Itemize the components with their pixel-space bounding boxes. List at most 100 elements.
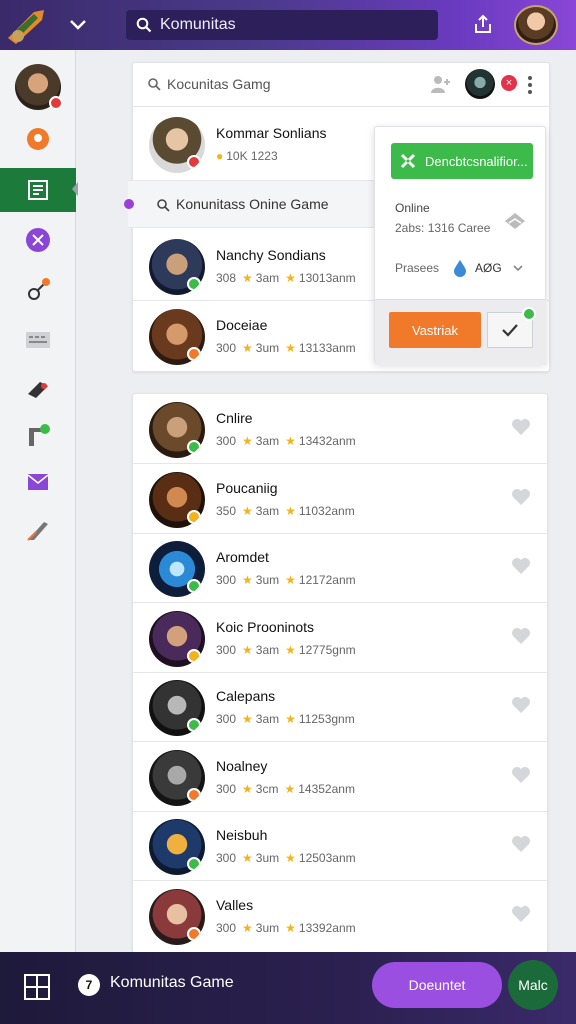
top-search-text: Komunitas: [160, 16, 236, 33]
heart-icon[interactable]: [511, 835, 531, 853]
sidebar-item-feather[interactable]: [0, 508, 76, 552]
avatar: [149, 610, 205, 667]
star-icon: ●: [216, 149, 224, 163]
star-icon: ★: [284, 781, 296, 796]
heart-icon[interactable]: [511, 418, 531, 436]
count-badge: 7: [78, 974, 100, 996]
community-search-dropdown[interactable]: Konunitass Onine Game: [124, 180, 376, 228]
row-name: Aromdet: [216, 549, 269, 565]
sidebar-item-layout[interactable]: [0, 414, 76, 458]
list-item[interactable]: Koic Prooninots 300 ★ 3am ★ 12775gnm: [133, 603, 549, 673]
star-icon: ★: [285, 642, 296, 657]
sidebar-item-camera[interactable]: [0, 368, 76, 412]
heart-icon[interactable]: [511, 488, 531, 506]
bottom-title: Komunitas Game: [110, 974, 234, 991]
orange-action-button[interactable]: Vastriak: [389, 312, 481, 348]
status-badge: [187, 155, 201, 169]
sidebar-item-location[interactable]: [0, 118, 76, 162]
mini-avatar[interactable]: [465, 69, 495, 99]
status-badge: [187, 926, 201, 941]
row-meta: 300 ★ 3um ★ 13392anm: [216, 920, 356, 935]
avatar: [149, 888, 205, 945]
star-icon: ★: [285, 851, 296, 865]
user-avatar[interactable]: [514, 5, 558, 45]
star-icon: ★: [285, 920, 296, 935]
status-badge: [187, 347, 201, 361]
sidebar: [0, 50, 78, 952]
avatar: [149, 402, 205, 458]
star-icon: ★: [242, 573, 253, 587]
star-icon: ★: [285, 712, 296, 726]
row-meta: 300 ★ 3am ★ 11253gnm: [216, 712, 355, 726]
sidebar-item-news[interactable]: [0, 168, 76, 212]
bottom-bar: 7 Komunitas Game Doeuntet Malc: [0, 952, 576, 1024]
sidebar-item-tools[interactable]: [0, 218, 76, 262]
row-name: Poucaniig: [216, 479, 278, 496]
options-popover: Dencbtcsnalifior... Online 2abs: 1316 Ca…: [374, 126, 547, 365]
chevron-down-icon[interactable]: [66, 12, 90, 36]
row-name: Kommar Sonlians: [216, 125, 327, 141]
list-item[interactable]: Cnlire 300 ★ 3am ★ 13432anm: [133, 394, 549, 464]
primary-action-button[interactable]: Dencbtcsnalifior...: [391, 143, 533, 179]
sidebar-item-mail[interactable]: [0, 460, 76, 504]
avatar: [149, 309, 205, 365]
popover-footer: Vastriak: [375, 299, 547, 365]
row-meta: 300 ★ 3um ★ 13133anm: [216, 341, 356, 355]
list-item[interactable]: Valles 300 ★ 3um ★ 13392anm: [133, 881, 549, 951]
list-item[interactable]: Noalney 300 ★ 3cm ★ 14352anm: [133, 742, 549, 812]
list-item[interactable]: Aromdet 300 ★ 3um ★ 12172anm: [133, 533, 549, 603]
prases-select[interactable]: AØG: [453, 255, 529, 281]
star-icon: ★: [285, 503, 296, 518]
camera-icon: [28, 382, 48, 398]
avatar: [149, 749, 205, 806]
top-bar: Komunitas: [0, 0, 576, 50]
row-name: Neisbuh: [216, 827, 268, 843]
heart-icon[interactable]: [511, 557, 531, 575]
green-circle-button[interactable]: Malc: [508, 960, 558, 1010]
row-name: Doceiae: [216, 317, 268, 333]
avatar: [149, 471, 205, 528]
row-meta: 300 ★ 3um ★ 12503anm: [216, 851, 356, 865]
heart-icon[interactable]: [511, 905, 531, 923]
row-name: Noalney: [216, 757, 268, 774]
heart-icon[interactable]: [511, 766, 531, 784]
status-badge: [187, 277, 201, 291]
connection-icon: [28, 278, 50, 300]
share-icon[interactable]: [472, 12, 494, 36]
list-item[interactable]: Calepans 300 ★ 3am ★ 11253gnm: [133, 672, 549, 742]
member-list-card: Cnlire 300 ★ 3am ★ 13432anm Poucaniig 350 ★ 3am ★ 1…: [132, 393, 549, 953]
heart-icon[interactable]: [511, 696, 531, 714]
close-badge[interactable]: ×: [501, 75, 517, 91]
check-icon: [502, 324, 518, 337]
keyboard-icon: [26, 332, 50, 348]
sidebar-item-connections[interactable]: [0, 268, 76, 312]
app-logo-icon[interactable]: [4, 4, 50, 46]
more-options-icon[interactable]: [527, 75, 533, 95]
confirm-button[interactable]: [487, 307, 536, 348]
sidebar-avatar[interactable]: [15, 64, 63, 110]
sidebar-item-keyboard[interactable]: [0, 318, 76, 362]
add-user-icon[interactable]: [429, 73, 451, 95]
purple-action-button[interactable]: Doeuntet: [372, 962, 502, 1008]
newspaper-icon: [28, 180, 48, 200]
grid-icon[interactable]: [24, 974, 50, 1000]
layout-icon: [29, 424, 50, 446]
list-item[interactable]: Poucaniig 350 ★ 3am ★ 11032anm: [133, 464, 549, 534]
card-search-input[interactable]: Kocunitas Gamg ×: [133, 63, 551, 107]
row-meta: 308 ★ 3am ★ 13013anm: [216, 271, 356, 285]
list-item[interactable]: Neisbuh 300 ★ 3um ★ 12503anm: [133, 811, 549, 881]
star-icon: ★: [242, 920, 253, 935]
row-name: Koic Prooninots: [216, 618, 315, 635]
chevron-down-icon: [513, 265, 523, 272]
heart-icon[interactable]: [511, 627, 531, 645]
star-icon: ★: [242, 271, 253, 285]
status-badge: [187, 648, 201, 663]
folder-icon[interactable]: [503, 211, 527, 231]
top-search-input[interactable]: Komunitas: [126, 10, 438, 40]
star-icon: ★: [242, 712, 253, 726]
status-subtext: 2abs: 1316 Caree: [395, 221, 491, 235]
status-badge: [187, 787, 201, 802]
sidebar-collapse-handle[interactable]: [70, 182, 80, 196]
status-badge: [187, 440, 201, 454]
star-icon: ★: [285, 341, 296, 355]
